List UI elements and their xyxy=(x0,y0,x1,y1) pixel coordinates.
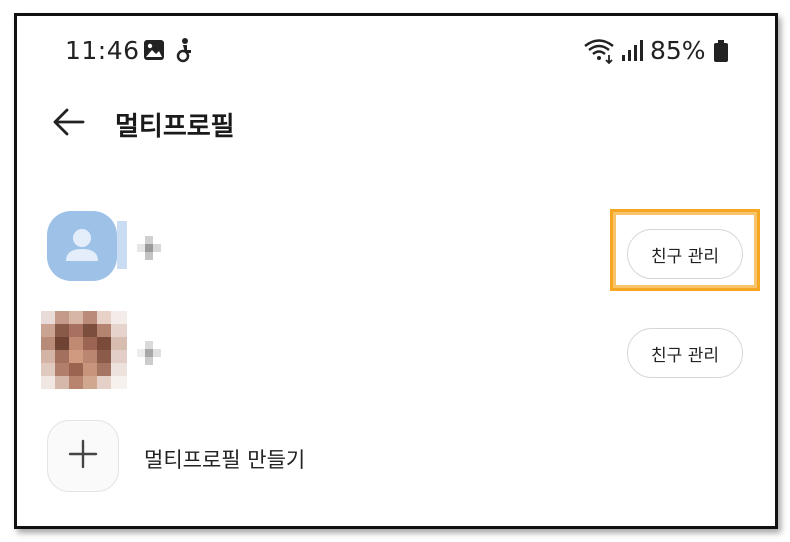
signal-icon xyxy=(620,38,644,66)
phone-screen: 11:46 85% 멀티프로필 친구 관리 친구 관리 멀티프로필 만들기 xyxy=(14,13,778,529)
page-title: 멀티프로필 xyxy=(115,112,235,142)
gallery-icon xyxy=(143,39,165,65)
accessibility-icon xyxy=(173,37,197,67)
manage-friends-button[interactable]: 친구 관리 xyxy=(627,229,743,279)
arrow-left-icon[interactable] xyxy=(51,106,87,142)
plus-icon xyxy=(66,437,100,475)
add-profile-button[interactable] xyxy=(47,420,119,492)
create-multiprofile-row[interactable]: 멀티프로필 만들기 xyxy=(17,420,775,500)
avatar-edge-blur xyxy=(117,221,127,269)
status-bar: 11:46 85% xyxy=(17,16,775,86)
profile-row[interactable]: 친구 관리 xyxy=(17,311,775,401)
wifi-icon xyxy=(583,38,617,68)
photo-avatar xyxy=(41,311,127,389)
app-header: 멀티프로필 xyxy=(17,96,775,152)
create-multiprofile-label[interactable]: 멀티프로필 만들기 xyxy=(144,444,305,474)
battery-percentage: 85% xyxy=(650,36,706,65)
profile-name-redacted xyxy=(137,236,171,260)
battery-icon xyxy=(714,40,728,66)
profile-row[interactable]: 친구 관리 xyxy=(17,206,775,296)
status-time: 11:46 xyxy=(65,36,140,65)
manage-friends-button[interactable]: 친구 관리 xyxy=(627,328,743,378)
profile-name-redacted xyxy=(137,341,171,365)
default-person-avatar xyxy=(47,211,117,281)
